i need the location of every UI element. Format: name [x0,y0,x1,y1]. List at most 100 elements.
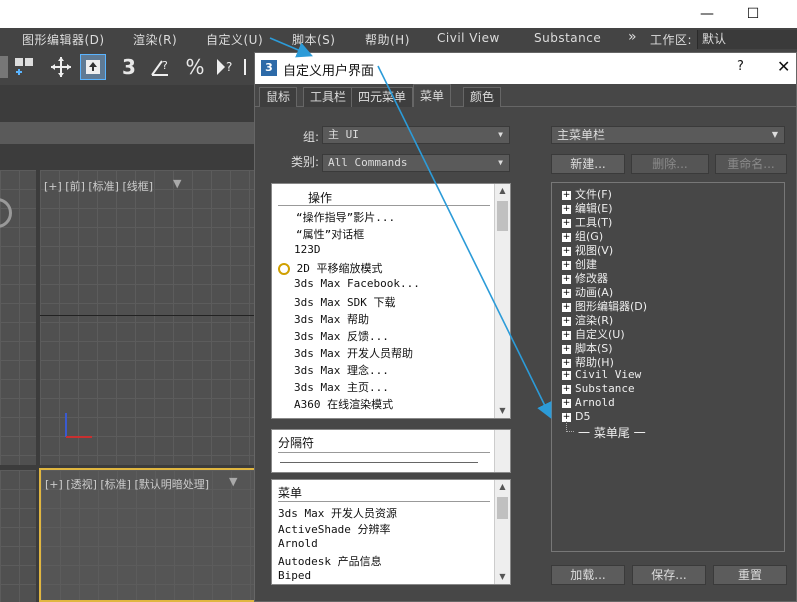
expand-plus-icon[interactable]: + [562,218,571,228]
expand-plus-icon[interactable]: + [562,302,571,312]
move-icon[interactable] [48,54,74,80]
list-item[interactable]: 3ds Max 反馈... [294,328,389,344]
scroll-down-icon[interactable]: ▼ [495,570,510,584]
menu-overflow-icon[interactable]: » [628,29,637,45]
svg-text:?: ? [162,59,168,72]
maximize-button[interactable]: ☐ [730,0,776,28]
tree-item-menu-end[interactable]: 一 菜单尾 一 [578,424,646,441]
actions-scrollbar[interactable]: ▲ ▼ [494,184,510,418]
list-item[interactable]: Biped [278,569,311,582]
rename-button[interactable]: 重命名... [715,154,787,174]
expand-plus-icon[interactable]: + [562,398,571,408]
list-item[interactable]: 3ds Max 理念... [294,362,389,378]
menu-civil-view[interactable]: Civil View [437,31,500,45]
workspace-dropdown[interactable]: 默认 [697,30,797,49]
list-item[interactable]: A360 在线渲染模式 [294,396,393,412]
tab-mouse[interactable]: 鼠标 [259,87,298,107]
save-button[interactable]: 保存... [632,565,706,585]
menu-rendering[interactable]: 渲染(R) [133,31,177,48]
load-button[interactable]: 加载... [551,565,625,585]
percent-snap-icon[interactable]: % [182,54,208,80]
viewport-bottom-left[interactable] [0,470,36,602]
expand-plus-icon[interactable]: + [562,316,571,326]
list-item[interactable]: “属性”对话框 [296,226,364,242]
expand-plus-icon[interactable]: + [562,288,571,298]
tree-item[interactable]: + Civil View [562,368,641,381]
list-item[interactable]: Autodesk 产品信息 [278,553,382,569]
snap-3d-icon[interactable]: 3 [116,54,142,80]
menu-customize[interactable]: 自定义(U) [206,31,263,48]
scroll-down-icon[interactable]: ▼ [495,404,510,418]
scroll-up-icon[interactable]: ▲ [495,480,510,494]
scroll-up-icon[interactable]: ▲ [495,184,510,198]
list-item[interactable]: 3ds Max 开发人员资源 [278,505,397,521]
expand-plus-icon[interactable]: + [562,246,571,256]
list-item[interactable]: 3ds Max 主页... [294,379,389,395]
perspective-viewport-label[interactable]: [+] [透视] [标准] [默认明暗处理] [45,476,209,492]
workspace-label: 工作区: [650,33,693,47]
front-viewport-filter-icon[interactable]: ▼ [173,177,181,190]
delete-button[interactable]: 删除... [631,154,709,174]
menu-help[interactable]: 帮助(H) [365,31,410,48]
select-object-icon[interactable] [80,54,106,80]
spinner-snap-icon[interactable]: ? [212,54,238,80]
list-item[interactable]: 3ds Max 帮助 [294,311,369,327]
expand-plus-icon[interactable]: + [562,370,571,380]
expand-plus-icon[interactable]: + [562,330,571,340]
expand-plus-icon[interactable]: + [562,344,571,354]
menu-scripting[interactable]: 脚本(S) [292,31,335,48]
link-icon[interactable] [12,54,38,80]
tree-item[interactable]: + Substance [562,382,635,395]
menu-substance[interactable]: Substance [534,31,601,45]
tab-quad-menus[interactable]: 四元菜单 [351,87,414,107]
tab-toolbars[interactable]: 工具栏 [303,87,354,107]
toolbar-more-icon[interactable] [242,54,252,80]
viewport-front[interactable]: [+] [前] [标准] [线框] ▼ [40,170,260,465]
expand-plus-icon[interactable]: + [562,190,571,200]
list-item[interactable]: 2D 平移缩放模式 [278,260,383,276]
list-item[interactable]: “操作指导”影片... [296,209,395,225]
list-item[interactable]: ActiveShade 分辨率 [278,521,390,537]
separator-list[interactable]: 分隔符 [271,429,511,473]
menus-scrollbar[interactable]: ▲ ▼ [494,480,510,584]
perspective-viewport-filter-icon[interactable]: ▼ [229,475,237,488]
dialog-title-bar[interactable]: 3 自定义用户界面 ? ✕ [255,53,796,84]
menu-tree[interactable]: + 文件(F) + 编辑(E) + 工具(T) + 组(G) + 视图(V) + 创建 + 修… [551,182,785,552]
tree-item[interactable]: + Arnold [562,396,615,409]
list-item[interactable]: 3ds Max 开发人员帮助 [294,345,413,361]
new-button[interactable]: 新建... [551,154,625,174]
expand-plus-icon[interactable]: + [562,384,571,394]
group-label: 组: [302,130,319,144]
scroll-thumb[interactable] [497,201,508,231]
expand-plus-icon[interactable]: + [562,260,571,270]
viewport-top-left[interactable] [0,170,36,465]
list-item[interactable]: Arnold [278,537,318,550]
help-button[interactable]: ? [737,59,744,74]
front-viewport-label[interactable]: [+] [前] [标准] [线框] [44,178,153,194]
list-item[interactable]: 123D [294,243,321,256]
group-dropdown[interactable]: 主 UI ▼ [322,126,510,144]
toolbar-partial-icon[interactable] [0,56,8,78]
scroll-thumb[interactable] [497,497,508,519]
viewcube-icon[interactable] [0,198,12,228]
tab-colors[interactable]: 颜色 [463,87,502,107]
menu-graph-editors[interactable]: 图形编辑器(D) [22,31,105,48]
minimize-button[interactable]: — [684,0,730,28]
angle-snap-icon[interactable]: ? [148,54,174,80]
list-item[interactable]: 3ds Max Facebook... [294,277,420,290]
expand-plus-icon[interactable]: + [562,358,571,368]
close-button[interactable]: ✕ [777,57,790,76]
expand-plus-icon[interactable]: + [562,232,571,242]
expand-plus-icon[interactable]: + [562,274,571,284]
list-item[interactable]: 3ds Max SDK 下载 [294,294,395,310]
tab-menus[interactable]: 菜单 [413,84,452,107]
actions-list[interactable]: 操作 “操作指导”影片... “属性”对话框 123D 2D 平移缩放模式 3d… [271,183,511,419]
menus-list[interactable]: 菜单 3ds Max 开发人员资源 ActiveShade 分辨率 Arnold… [271,479,511,585]
viewport-perspective[interactable]: [+] [透视] [标准] [默认明暗处理] ▼ [39,468,260,602]
category-dropdown[interactable]: All Commands ▼ [322,154,510,172]
separator-line[interactable] [280,462,478,463]
menu-bar-dropdown[interactable]: 主菜单栏 ▼ [551,126,785,144]
reset-button[interactable]: 重置 [713,565,787,585]
workspace-value: 默认 [702,32,727,46]
expand-plus-icon[interactable]: + [562,204,571,214]
